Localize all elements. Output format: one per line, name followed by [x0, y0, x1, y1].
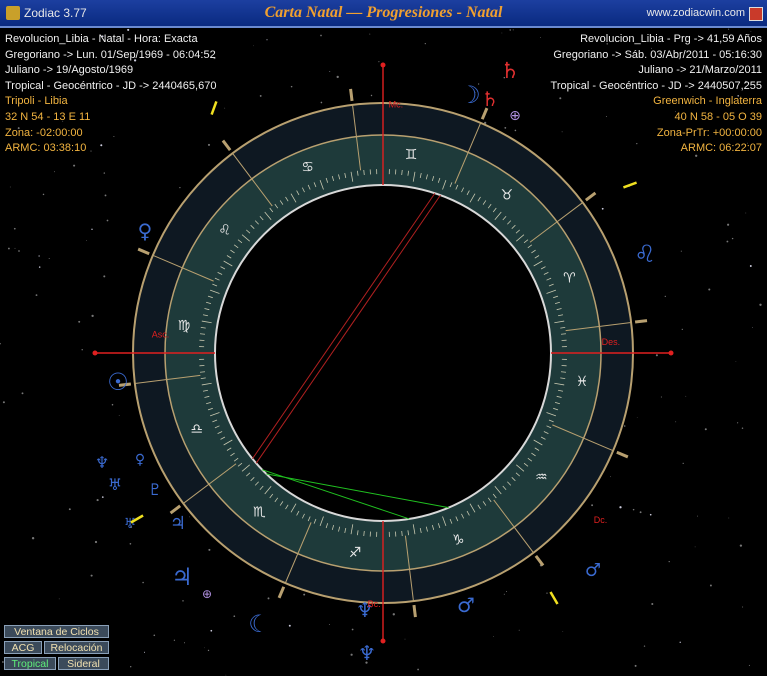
astrology-wheel[interactable]: ♈♉♊♋♌♍♎♏♐♑♒♓ ♄☽ ♄⊕♌♀☉♆ ♀♅ ♇♅ ♃♃⊕☾♆♆ ♂♂ Asc. D… — [0, 0, 767, 676]
planet-pluto-icon[interactable]: ♇ — [148, 480, 162, 499]
sign-leo-icon: ♌ — [218, 222, 231, 238]
midheaven-label: Mc. — [389, 99, 404, 109]
outer-tick — [412, 604, 417, 618]
outer-tick — [221, 139, 232, 152]
degree-tick — [401, 530, 403, 537]
outer-tick — [584, 191, 597, 202]
planet-venus-icon[interactable]: ♀ — [138, 219, 153, 243]
sign-capricorn-icon: ♑ — [452, 532, 465, 548]
planet-jupiter-icon[interactable]: ♃ — [170, 513, 186, 534]
degree-tick — [401, 169, 403, 176]
outer-tick — [169, 504, 182, 515]
planet-neptune-bottom-icon[interactable]: ♆ — [358, 641, 376, 665]
planet-venus-small-icon[interactable]: ♀ — [135, 452, 145, 468]
descendant-progressed-label: Dc. — [594, 515, 608, 525]
planet-part-of-fortune-icon[interactable]: ⊕ — [509, 108, 521, 124]
degree-tick — [199, 333, 206, 335]
outer-tick — [277, 586, 286, 599]
descendant-label: Des. — [602, 337, 621, 347]
sign-aries-icon: ♈ — [563, 271, 576, 287]
planet-moon-icon[interactable]: ☽ — [459, 81, 481, 109]
planet-moon-lower-icon[interactable]: ☾ — [248, 610, 270, 638]
planet-jupiter-lower-icon[interactable]: ♃ — [171, 563, 193, 591]
angle-arrowhead — [380, 638, 386, 644]
relocation-button[interactable]: Relocación — [44, 641, 109, 654]
sidereal-toggle[interactable]: Sideral — [58, 657, 109, 670]
degree-tick — [560, 333, 567, 335]
planet-mars-right-icon[interactable]: ♂ — [585, 560, 601, 581]
imum-coeli-label: Bc. — [368, 599, 381, 609]
sign-scorpio-icon: ♏ — [253, 504, 266, 520]
outer-tick — [137, 247, 150, 256]
sign-sagittarius-icon: ♐ — [349, 545, 362, 561]
transit-marker — [210, 100, 218, 116]
sign-virgo-icon: ♍ — [178, 318, 191, 334]
outer-tick — [534, 554, 545, 567]
degree-tick — [199, 371, 206, 373]
degree-tick — [363, 530, 365, 537]
sign-aquarius-icon: ♒ — [535, 470, 548, 486]
outer-tick — [634, 319, 648, 324]
transit-marker — [549, 591, 559, 605]
sign-taurus-icon: ♉ — [500, 188, 513, 204]
planet-uranus-icon[interactable]: ♅ — [108, 475, 122, 494]
tropical-toggle[interactable]: Tropical — [4, 657, 56, 670]
cycles-window-button[interactable]: Ventana de Ciclos — [4, 625, 109, 638]
planet-uranus-secondary-icon[interactable]: ♅ — [124, 516, 137, 532]
transit-marker — [622, 181, 638, 189]
acg-button[interactable]: ACG — [4, 641, 42, 654]
planet-mars-icon[interactable]: ♂ — [457, 593, 475, 617]
outer-tick — [349, 88, 354, 102]
planet-part-of-fortune-lower-icon[interactable]: ⊕ — [202, 587, 212, 601]
sign-libra-icon: ♎ — [190, 421, 203, 437]
degree-tick — [560, 371, 567, 373]
zodiac-app-window: Zodiac 3.77 Carta Natal — Progresiones -… — [0, 0, 767, 676]
outer-tick — [616, 450, 629, 459]
angle-arrowhead — [92, 350, 98, 356]
ascendant-label: Asc. — [152, 329, 170, 339]
degree-tick — [363, 169, 365, 176]
planet-sun-icon[interactable]: ☉ — [107, 368, 129, 396]
planet-saturn-secondary-icon[interactable]: ♄ — [481, 87, 499, 111]
planet-leo-outer-icon[interactable]: ♌ — [634, 240, 656, 268]
angle-arrowhead — [668, 350, 674, 356]
planet-saturn-icon[interactable]: ♄ — [500, 59, 520, 84]
angle-arrowhead — [380, 62, 386, 68]
planet-neptune-left-icon[interactable]: ♆ — [95, 453, 109, 472]
sign-cancer-icon: ♋ — [301, 160, 314, 176]
sign-gemini-icon: ♊ — [405, 147, 418, 163]
sign-pisces-icon: ♓ — [576, 374, 589, 390]
